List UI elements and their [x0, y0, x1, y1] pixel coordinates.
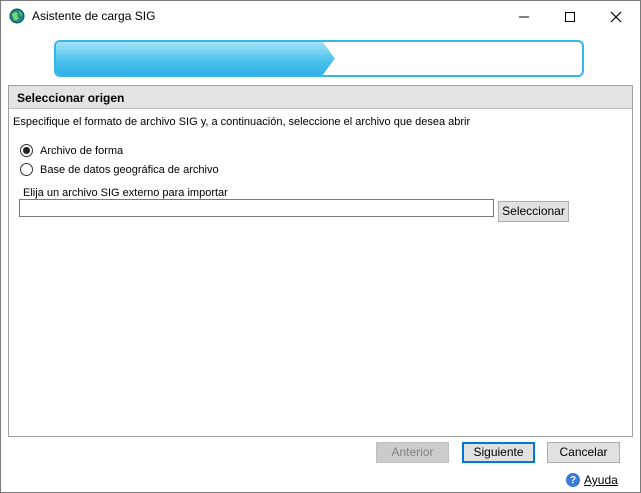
previous-button[interactable]: Anterior — [376, 442, 449, 463]
wizard-window: Asistente de carga SIG Seleccionar orige… — [0, 0, 641, 493]
cancel-button[interactable]: Cancelar — [547, 442, 620, 463]
select-source-panel: Seleccionar origen Especifique el format… — [8, 85, 633, 437]
maximize-icon — [565, 11, 575, 22]
help-link[interactable]: ? Ayuda — [566, 473, 618, 487]
close-icon — [610, 11, 622, 22]
progress-fill — [56, 42, 335, 75]
wizard-progress-bar — [54, 40, 584, 77]
next-button[interactable]: Siguiente — [462, 442, 535, 463]
file-path-input[interactable] — [19, 199, 494, 217]
title-bar: Asistente de carga SIG — [1, 1, 640, 32]
radio-file-geodatabase-circle[interactable] — [20, 163, 33, 176]
minimize-button[interactable] — [501, 1, 547, 32]
help-label[interactable]: Ayuda — [584, 473, 618, 487]
select-file-button[interactable]: Seleccionar — [498, 201, 569, 222]
radio-file-geodatabase[interactable]: Base de datos geográfica de archivo — [20, 163, 219, 176]
close-button[interactable] — [593, 1, 639, 32]
file-field-label: Elija un archivo SIG externo para import… — [23, 187, 228, 199]
minimize-icon — [519, 16, 529, 17]
radio-shapefile-circle[interactable] — [20, 144, 33, 157]
window-title: Asistente de carga SIG — [32, 9, 156, 23]
instruction-text: Especifique el formato de archivo SIG y,… — [13, 116, 471, 128]
radio-file-geodatabase-label[interactable]: Base de datos geográfica de archivo — [40, 164, 219, 176]
globe-icon — [9, 8, 25, 24]
help-icon[interactable]: ? — [566, 473, 580, 487]
radio-shapefile[interactable]: Archivo de forma — [20, 144, 123, 157]
maximize-button[interactable] — [547, 1, 593, 32]
panel-header: Seleccionar origen — [9, 86, 632, 109]
panel-title: Seleccionar origen — [17, 91, 125, 105]
radio-shapefile-label[interactable]: Archivo de forma — [40, 145, 123, 157]
